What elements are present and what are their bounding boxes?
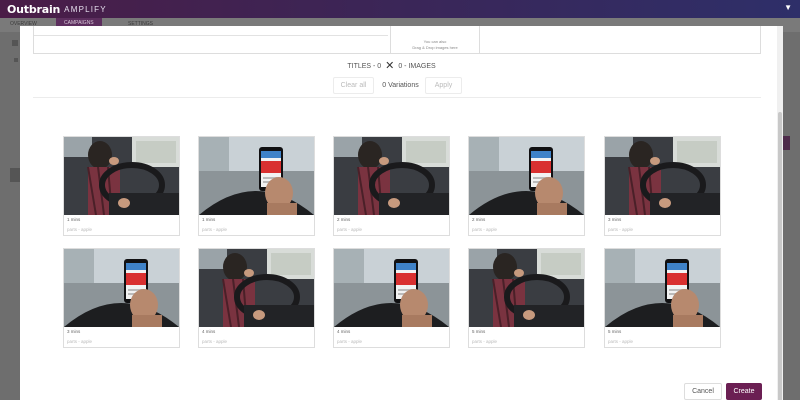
image-tile[interactable]: 2 mins parts - apple: [468, 136, 585, 236]
drop-hint-line1: You can also: [423, 39, 447, 44]
image-source: parts - apple: [608, 339, 634, 344]
image-source: parts - apple: [472, 227, 498, 232]
image-tile[interactable]: 3 mins parts - apple: [63, 248, 180, 348]
driver-photo-icon: [199, 249, 314, 327]
image-thumbnail[interactable]: [469, 249, 584, 327]
image-meta: 2 mins: [472, 217, 486, 222]
image-meta: 5 mins: [472, 329, 486, 334]
create-button[interactable]: Create: [726, 383, 762, 400]
background-right-panel: [783, 32, 800, 400]
apply-button[interactable]: Apply: [425, 77, 462, 94]
bg-icon: [12, 40, 18, 46]
driver-photo-icon: [605, 137, 720, 215]
image-meta: 1 mins: [67, 217, 81, 222]
image-meta: 3 mins: [67, 329, 81, 334]
image-meta: 4 mins: [202, 329, 216, 334]
images-count: 0 - IMAGES: [398, 63, 436, 70]
phone-photo-icon: [605, 249, 720, 327]
image-thumbnail[interactable]: [199, 137, 314, 215]
variation-counts: TITLES - 0 ✕ 0 - IMAGES: [20, 59, 763, 72]
image-source: parts - apple: [472, 339, 498, 344]
image-tile[interactable]: 1 mins parts - apple: [63, 136, 180, 236]
phone-photo-icon: [469, 137, 584, 215]
image-picker-modal: You can also Drag & Drop images here TIT…: [20, 26, 783, 400]
modal-scrollbar[interactable]: [777, 26, 783, 400]
image-source: parts - apple: [202, 339, 228, 344]
image-thumbnail[interactable]: [334, 137, 449, 215]
image-thumbnail[interactable]: [334, 249, 449, 327]
image-thumbnail[interactable]: [469, 137, 584, 215]
image-thumbnail[interactable]: [199, 249, 314, 327]
image-thumbnail[interactable]: [64, 249, 179, 327]
product-name: AMPLIFY: [64, 4, 107, 14]
image-meta: 4 mins: [337, 329, 351, 334]
image-meta: 1 mins: [202, 217, 216, 222]
app-header: Outbrain AMPLIFY ▼: [0, 0, 800, 18]
clear-all-button[interactable]: Clear all: [333, 77, 374, 94]
titles-count: TITLES - 0: [347, 63, 382, 70]
phone-photo-icon: [64, 249, 179, 327]
driver-photo-icon: [334, 137, 449, 215]
scrollbar-thumb[interactable]: [778, 112, 782, 400]
drop-hint-line2: Drag & Drop images here: [412, 45, 458, 50]
driver-photo-icon: [64, 137, 179, 215]
bg-icon: [14, 58, 18, 62]
background-left-panel: [0, 32, 20, 400]
image-source: parts - apple: [337, 339, 363, 344]
image-tile[interactable]: 2 mins parts - apple: [333, 136, 450, 236]
chevron-down-icon[interactable]: ▼: [784, 3, 792, 12]
bg-block: [10, 168, 20, 182]
image-tile[interactable]: 1 mins parts - apple: [198, 136, 315, 236]
image-tile[interactable]: 5 mins parts - apple: [604, 248, 721, 348]
bg-accent-block: [783, 136, 790, 150]
image-meta: 5 mins: [608, 329, 622, 334]
image-source: parts - apple: [608, 227, 634, 232]
drop-zone[interactable]: You can also Drag & Drop images here: [390, 26, 480, 53]
image-meta: 2 mins: [337, 217, 351, 222]
upload-area: You can also Drag & Drop images here: [33, 26, 761, 54]
cancel-button[interactable]: Cancel: [684, 383, 722, 400]
image-tile[interactable]: 4 mins parts - apple: [198, 248, 315, 348]
driver-photo-icon: [469, 249, 584, 327]
multiply-icon: ✕: [385, 60, 395, 72]
image-tile[interactable]: 4 mins parts - apple: [333, 248, 450, 348]
image-meta: 3 mins: [608, 217, 622, 222]
image-tile[interactable]: 3 mins parts - apple: [604, 136, 721, 236]
image-thumbnail[interactable]: [605, 249, 720, 327]
divider: [33, 97, 761, 98]
outbrain-logo[interactable]: Outbrain: [7, 3, 60, 16]
image-tile[interactable]: 5 mins parts - apple: [468, 248, 585, 348]
image-thumbnail[interactable]: [64, 137, 179, 215]
phone-photo-icon: [334, 249, 449, 327]
phone-photo-icon: [199, 137, 314, 215]
image-thumbnail[interactable]: [605, 137, 720, 215]
image-source: parts - apple: [202, 227, 228, 232]
image-source: parts - apple: [67, 339, 93, 344]
variations-count: 0 Variations: [382, 82, 419, 89]
image-source: parts - apple: [67, 227, 93, 232]
image-source: parts - apple: [337, 227, 363, 232]
